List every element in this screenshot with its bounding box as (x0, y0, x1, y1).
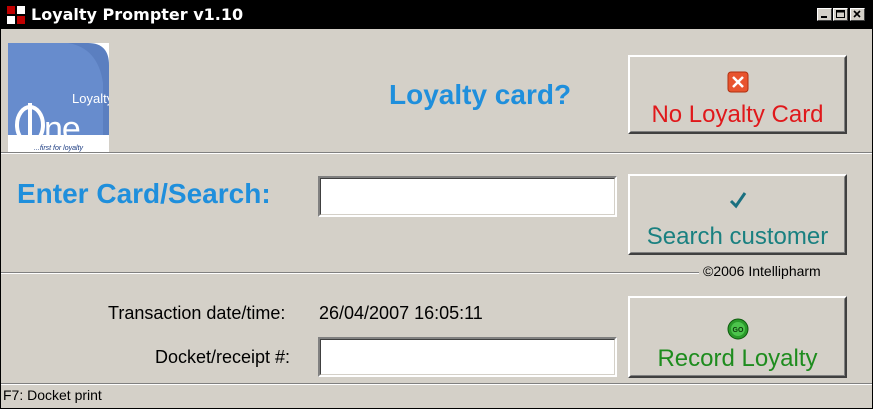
docket-receipt-label: Docket/receipt #: (155, 347, 291, 367)
no-loyalty-card-button[interactable]: No Loyalty Card (628, 55, 847, 134)
enter-card-search-label: Enter Card/Search: (17, 178, 271, 209)
maximize-icon (836, 10, 845, 18)
card-search-field[interactable] (318, 176, 617, 217)
record-loyalty-label: Record Loyalty (657, 345, 818, 372)
search-customer-label: Search customer (646, 223, 829, 250)
close-icon (853, 10, 861, 18)
card-search-input[interactable] (323, 180, 612, 213)
loyalty-one-logo: Loyalty ne ...first for loyalty (8, 43, 109, 153)
loyalty-prompter-window: Loyalty Prompter v1.10 Loyalty ne ...fir… (0, 0, 873, 409)
window-title: Loyalty Prompter v1.10 (31, 5, 244, 24)
copyright-text: ©2006 Intellipharm (703, 263, 821, 279)
svg-text:ne: ne (44, 110, 80, 148)
svg-text:...first for loyalty: ...first for loyalty (34, 145, 84, 152)
status-divider (1, 383, 872, 385)
record-loyalty-button[interactable]: GO Record Loyalty (628, 296, 847, 378)
status-bar-text: F7: Docket print (3, 387, 102, 403)
minimize-button[interactable] (817, 8, 832, 21)
checkmark-icon (729, 192, 746, 209)
close-x-icon (727, 71, 748, 93)
app-icon (7, 6, 25, 24)
transaction-datetime-value: 26/04/2007 16:05:11 (319, 303, 483, 323)
go-icon: GO (727, 318, 748, 340)
close-button[interactable] (850, 8, 865, 21)
docket-receipt-field[interactable] (318, 337, 617, 377)
transaction-datetime-label: Transaction date/time: (108, 303, 286, 323)
minimize-icon (821, 16, 827, 18)
maximize-button[interactable] (833, 8, 848, 21)
svg-text:GO: GO (732, 327, 743, 334)
docket-receipt-input[interactable] (323, 341, 612, 373)
search-customer-button[interactable]: Search customer (628, 174, 847, 255)
divider-top (1, 152, 872, 154)
title-bar[interactable]: Loyalty Prompter v1.10 (1, 1, 872, 29)
no-loyalty-card-label: No Loyalty Card (651, 101, 824, 128)
loyalty-card-question: Loyalty card? (389, 79, 572, 110)
divider-bottom (1, 272, 699, 274)
svg-text:Loyalty: Loyalty (72, 91, 109, 106)
